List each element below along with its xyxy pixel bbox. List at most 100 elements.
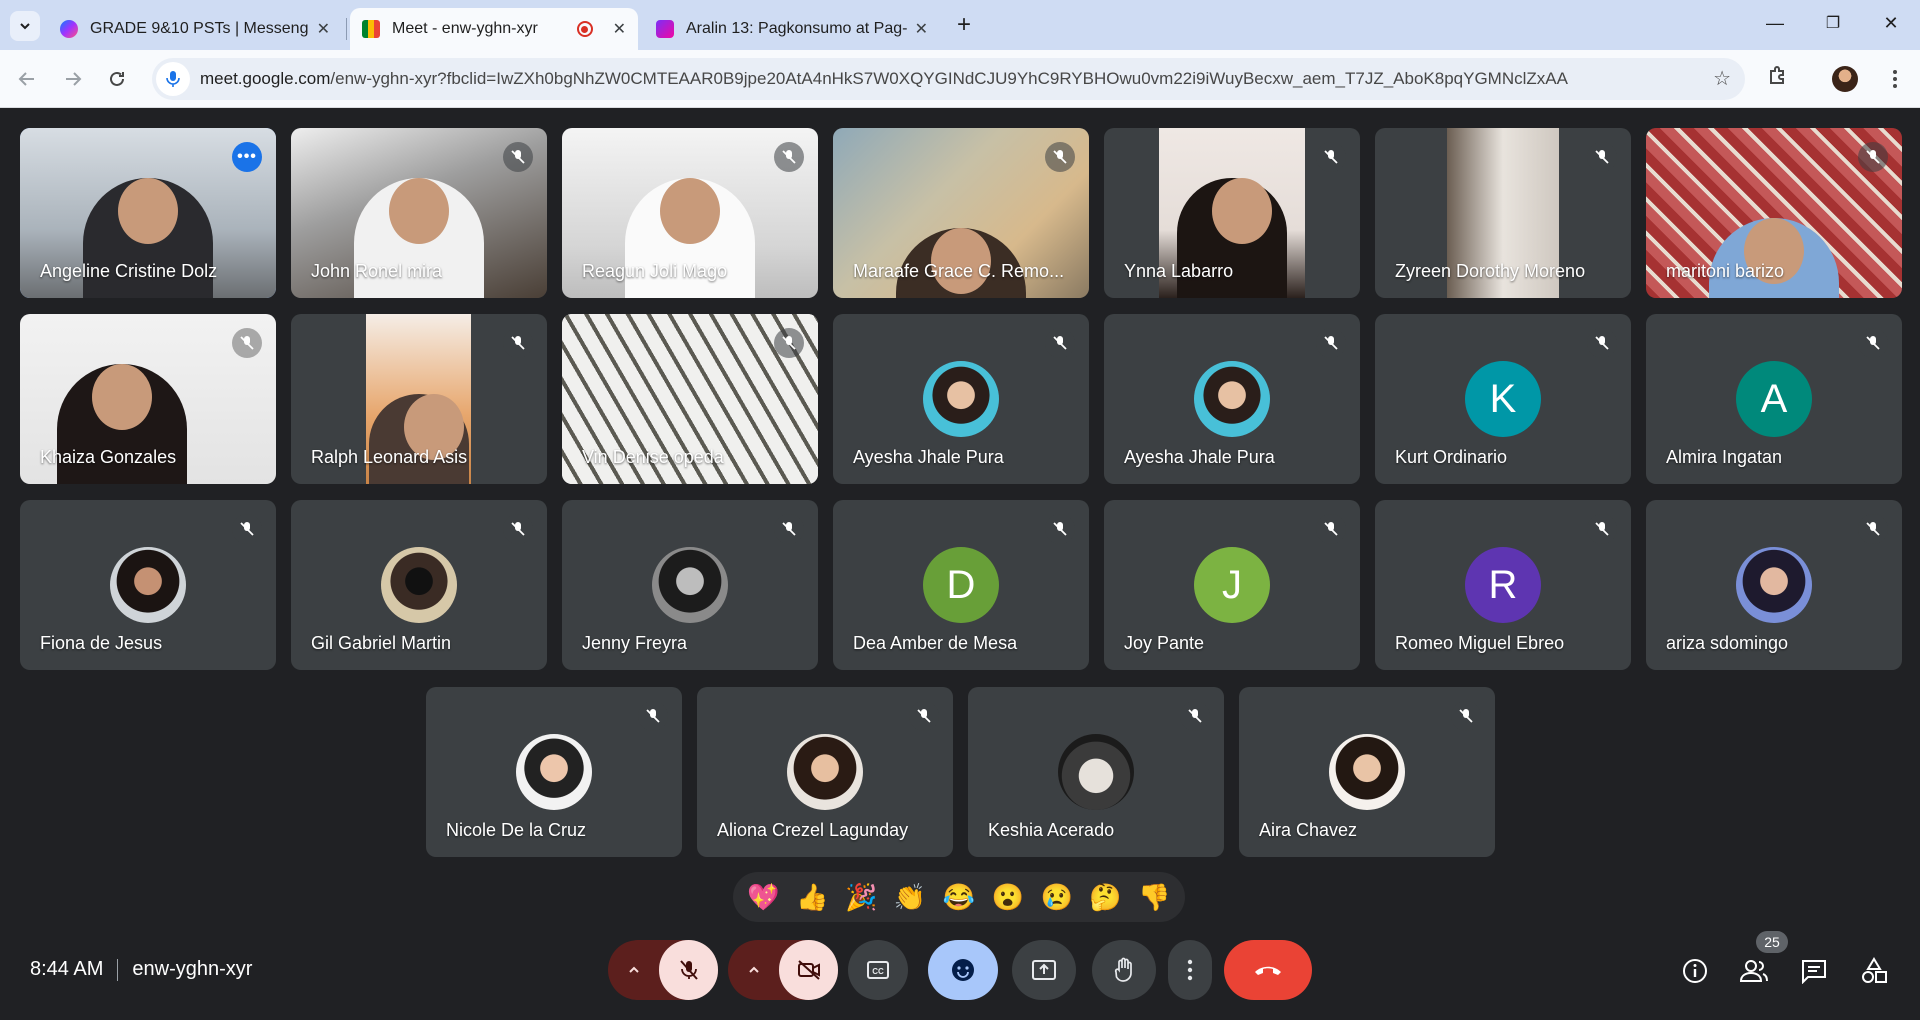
leave-call-button[interactable] [1224,940,1312,1000]
participant-count-badge: 25 [1756,931,1788,953]
mic-off-icon [638,701,668,731]
reaction-laughing[interactable]: 😂 [943,882,975,913]
participant-avatar [381,547,457,623]
camera-toggle-button[interactable] [779,940,838,1000]
participant-name: Jenny Freyra [582,633,688,653]
participant-name: Zyreen Dorothy Moreno [1395,261,1586,281]
forward-button[interactable] [58,64,88,94]
participant-name: Aliona Crezel Lagunday [717,820,909,840]
participant-tile[interactable]: Aira Chavez [1239,687,1495,857]
minimize-button[interactable]: — [1750,8,1800,38]
tab-label: GRADE 9&10 PSTs | Messenger [90,20,309,37]
participant-tile[interactable]: Ayesha Jhale Pura [1104,314,1360,484]
tab-messenger[interactable]: GRADE 9&10 PSTs | Messenger ✕ [48,8,342,50]
participant-avatar [923,361,999,437]
reaction-crying[interactable]: 😢 [1041,882,1073,913]
mic-off-icon [503,142,533,172]
participant-name: Ralph Leonard Asis [311,447,468,467]
participant-name: Almira Ingatan [1666,447,1783,467]
reaction-surprised[interactable]: 😮 [992,882,1024,913]
participant-tile[interactable]: Jenny Freyra [562,500,818,670]
participant-tile[interactable]: Ynna Labarro [1104,128,1360,298]
reload-button[interactable] [102,64,132,94]
participant-avatar [1329,734,1405,810]
video-settings-button[interactable] [728,940,779,1000]
chat-button[interactable] [1798,955,1830,987]
participant-tile[interactable]: Aliona Crezel Lagunday [697,687,953,857]
participant-tile[interactable]: J Joy Pante [1104,500,1360,670]
people-button[interactable] [1738,955,1770,987]
tab-aralin[interactable]: Aralin 13: Pagkonsumo at Pag-i ✕ [644,8,940,50]
present-screen-button[interactable] [1012,940,1076,1000]
participant-tile[interactable]: D Dea Amber de Mesa [833,500,1089,670]
site-info-button[interactable] [156,62,190,96]
participant-tile[interactable]: Khaiza Gonzales [20,314,276,484]
more-options-button[interactable]: ••• [232,142,262,172]
close-icon[interactable]: ✕ [613,19,626,39]
restore-button[interactable]: ❐ [1808,8,1858,38]
close-window-button[interactable]: ✕ [1866,8,1916,38]
close-icon[interactable]: ✕ [915,19,928,39]
reaction-sparkling-heart[interactable]: 💖 [747,882,779,913]
reaction-clapping[interactable]: 👏 [894,882,926,913]
raise-hand-button[interactable] [1092,940,1156,1000]
more-options-button[interactable] [1168,940,1212,1000]
new-tab-button[interactable]: + [949,10,979,40]
profile-avatar[interactable] [1832,66,1858,92]
tab-meet[interactable]: Meet - enw-yghn-xyr ✕ [350,8,638,50]
bookmark-star-icon[interactable]: ☆ [1713,66,1731,91]
mic-off-icon [774,514,804,544]
activities-button[interactable] [1858,955,1890,987]
present-to-all-icon [1032,960,1056,980]
reaction-thinking[interactable]: 🤔 [1089,882,1121,913]
participant-tile[interactable]: A Almira Ingatan [1646,314,1902,484]
tab-separator [346,18,347,40]
participant-tile[interactable]: Fiona de Jesus [20,500,276,670]
participant-tile[interactable]: Nicole De la Cruz [426,687,682,857]
extensions-button[interactable] [1766,64,1796,94]
tab-search-button[interactable] [10,11,40,41]
participant-tile[interactable]: ariza sdomingo [1646,500,1902,670]
reaction-thumbs-down[interactable]: 👎 [1138,882,1170,913]
reaction-party-popper[interactable]: 🎉 [845,882,877,913]
participant-avatar [110,547,186,623]
reactions-button[interactable] [928,940,998,1000]
participant-avatar: K [1465,361,1541,437]
participant-avatar [652,547,728,623]
participant-name: Ayesha Jhale Pura [1124,447,1275,467]
close-icon[interactable]: ✕ [317,19,330,39]
mic-off-icon [1045,514,1075,544]
participant-tile[interactable]: Gil Gabriel Martin [291,500,547,670]
participant-tile[interactable]: Reagun Joli Mago [562,128,818,298]
site-favicon-icon [656,20,674,38]
back-button[interactable] [12,64,42,94]
mic-off-icon [1316,514,1346,544]
participant-tile[interactable]: John Ronel mira [291,128,547,298]
address-bar[interactable]: meet.google.com/enw-yghn-xyr?fbclid=IwZX… [152,58,1745,100]
mic-toggle-button[interactable] [659,940,718,1000]
participant-tile[interactable]: R Romeo Miguel Ebreo [1375,500,1631,670]
tab-label: Meet - enw-yghn-xyr [392,20,538,37]
participant-tile[interactable]: Ayesha Jhale Pura [833,314,1089,484]
participant-tile[interactable]: Vin Denise opeda [562,314,818,484]
participant-tile[interactable]: Maraafe Grace C. Remo... [833,128,1089,298]
participant-tile[interactable]: maritoni barizo [1646,128,1902,298]
meeting-details-button[interactable] [1679,955,1711,987]
mic-off-icon [774,328,804,358]
url-path: /enw-yghn-xyr?fbclid=IwZXh0bgNhZW0CMTEAA… [330,69,1568,88]
reaction-thumbs-up[interactable]: 👍 [796,882,828,913]
captions-button[interactable]: CC [848,940,908,1000]
mic-off-icon [1858,328,1888,358]
participant-tile[interactable]: K Kurt Ordinario [1375,314,1631,484]
browser-menu-button[interactable] [1880,64,1910,94]
participant-tile[interactable]: Zyreen Dorothy Moreno [1375,128,1631,298]
current-time: 8:44 AM [30,958,104,980]
chevron-down-icon [20,23,30,30]
participant-name: Nicole De la Cruz [446,820,587,840]
participant-tile[interactable]: Keshia Acerado [968,687,1224,857]
participant-name: Ayesha Jhale Pura [853,447,1004,467]
audio-settings-button[interactable] [608,940,659,1000]
participant-tile[interactable]: ••• Angeline Cristine Dolz [20,128,276,298]
participant-tile[interactable]: Ralph Leonard Asis [291,314,547,484]
mic-off-icon [503,514,533,544]
